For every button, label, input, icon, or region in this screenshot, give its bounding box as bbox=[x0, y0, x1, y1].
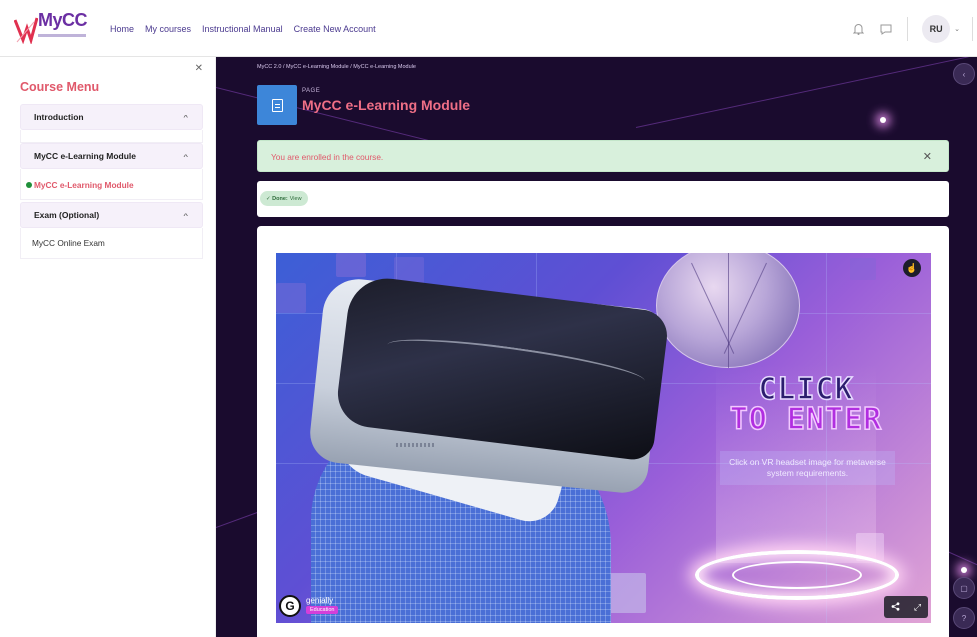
bg-glow bbox=[961, 567, 967, 573]
bg-decoration bbox=[635, 57, 969, 128]
page-title: MyCC e-Learning Module bbox=[302, 97, 471, 113]
logo-tagline-bar bbox=[38, 34, 86, 37]
bell-icon[interactable] bbox=[851, 22, 865, 36]
completion-prefix: Done: bbox=[272, 195, 288, 202]
chevron-up-icon[interactable]: ^ bbox=[183, 114, 188, 120]
close-icon[interactable]: ✕ bbox=[923, 150, 932, 163]
click-to-enter-button[interactable]: CLICK TO ENTER bbox=[706, 373, 906, 437]
completion-text: View bbox=[289, 195, 302, 202]
genially-brand: genially bbox=[306, 596, 334, 605]
current-indicator-dot bbox=[26, 182, 32, 188]
headset-vent bbox=[396, 443, 436, 447]
completion-box: ✓ Done: View bbox=[257, 181, 949, 217]
section-exam-optional[interactable]: Exam (Optional) ^ bbox=[20, 202, 203, 228]
nav-divider bbox=[907, 17, 909, 41]
page-icon bbox=[257, 85, 297, 125]
sidebar-item-elearning-module[interactable]: MyCC e-Learning Module bbox=[26, 180, 134, 190]
genially-education-tag: Education bbox=[306, 606, 339, 614]
genially-logo-icon[interactable]: G bbox=[279, 595, 301, 617]
fullscreen-icon[interactable]: ⤢ bbox=[914, 602, 921, 613]
chevron-up-icon[interactable]: ^ bbox=[183, 153, 188, 159]
help-icon[interactable]: ? bbox=[953, 607, 975, 629]
user-menu[interactable]: RU ⌄ bbox=[922, 15, 960, 43]
chat-icon[interactable] bbox=[879, 22, 893, 36]
section-introduction[interactable]: Introduction ^ bbox=[20, 104, 203, 130]
sphere-facet bbox=[728, 253, 729, 368]
breadcrumb[interactable]: MyCC 2.0 / MyCC e-Learning Module / MyCC… bbox=[257, 64, 416, 70]
main-content: MyCC 2.0 / MyCC e-Learning Module / MyCC… bbox=[216, 57, 977, 637]
section-introduction-body bbox=[20, 130, 203, 143]
alert-message: You are enrolled in the course. bbox=[271, 152, 384, 162]
content-card: CLICK TO ENTER Click on VR headset image… bbox=[257, 226, 949, 637]
sidebar-item-label: MyCC e-Learning Module bbox=[34, 180, 134, 190]
completion-badge: ✓ Done: View bbox=[260, 191, 308, 206]
check-icon: ✓ bbox=[266, 195, 271, 202]
main-nav: Home My courses Instructional Manual Cre… bbox=[110, 24, 376, 34]
nav-my-courses[interactable]: My courses bbox=[145, 24, 191, 34]
floating-cube bbox=[336, 253, 366, 277]
nav-home[interactable]: Home bbox=[110, 24, 134, 34]
chevron-up-icon[interactable]: ^ bbox=[183, 212, 188, 218]
floating-cube bbox=[850, 258, 876, 280]
section-label: MyCC e-Learning Module bbox=[34, 151, 137, 161]
genially-embed[interactable]: CLICK TO ENTER Click on VR headset image… bbox=[276, 253, 931, 623]
floating-cube bbox=[276, 283, 306, 313]
touch-icon[interactable]: ☝ bbox=[903, 259, 921, 277]
nav-create-account[interactable]: Create New Account bbox=[294, 24, 376, 34]
close-icon[interactable]: ✕ bbox=[195, 63, 203, 74]
expand-icon[interactable]: ▢ bbox=[953, 577, 975, 599]
nav-instructional-manual[interactable]: Instructional Manual bbox=[202, 24, 283, 34]
vr-requirements-note: Click on VR headset image for metaverse … bbox=[720, 451, 895, 485]
page-type-label: PAGE bbox=[302, 88, 321, 94]
chevron-down-icon[interactable]: ⌄ bbox=[954, 25, 960, 33]
section-label: Exam (Optional) bbox=[34, 210, 100, 220]
drawer-toggle-icon[interactable]: ‹ bbox=[953, 63, 975, 85]
mycc-logo[interactable]: MyCC bbox=[14, 10, 88, 46]
course-menu-title: Course Menu bbox=[20, 80, 100, 94]
logo-text: MyCC bbox=[38, 10, 88, 30]
portal-ring-inner bbox=[732, 561, 862, 589]
top-navbar: MyCC Home My courses Instructional Manua… bbox=[0, 0, 977, 57]
course-menu-drawer: ✕ Course Menu Introduction ^ MyCC e-Lear… bbox=[7, 57, 216, 637]
navbar-actions: RU ⌄ bbox=[851, 14, 977, 44]
avatar[interactable]: RU bbox=[922, 15, 951, 43]
section-label: Introduction bbox=[34, 112, 84, 122]
embed-controls: ⤢ bbox=[884, 596, 928, 618]
headline-to-enter: TO ENTER bbox=[729, 402, 883, 437]
nav-divider-end bbox=[972, 17, 973, 41]
share-icon[interactable] bbox=[891, 601, 900, 613]
sidebar-item-online-exam[interactable]: MyCC Online Exam bbox=[32, 238, 105, 248]
floating-cube bbox=[606, 573, 646, 613]
enrolled-alert: You are enrolled in the course. ✕ bbox=[257, 140, 949, 172]
bg-glow bbox=[880, 117, 886, 123]
section-elearning-module[interactable]: MyCC e-Learning Module ^ bbox=[20, 143, 203, 169]
